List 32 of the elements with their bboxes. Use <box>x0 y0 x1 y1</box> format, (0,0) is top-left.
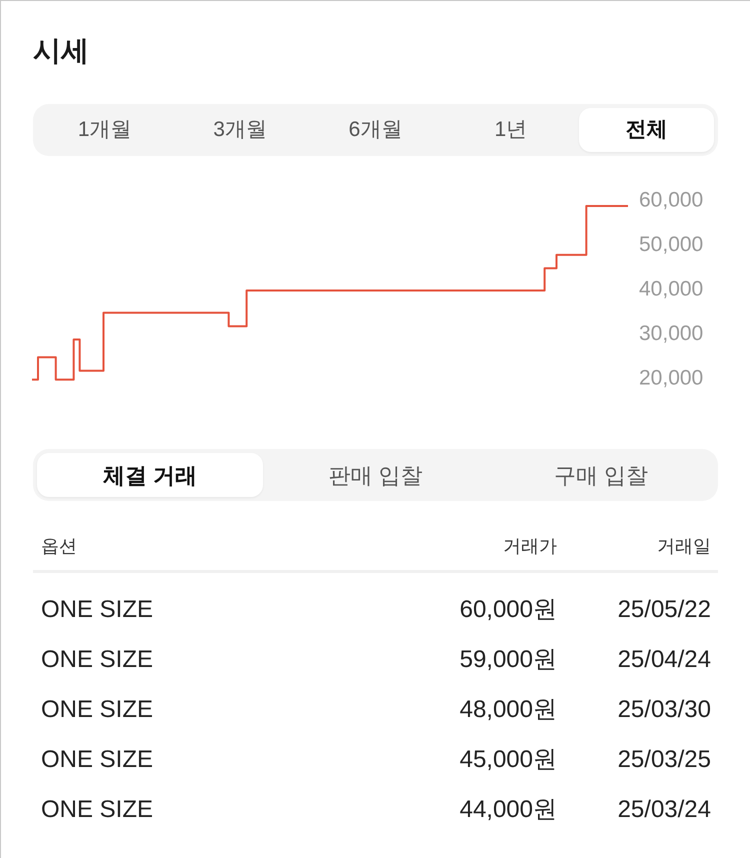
table-cell: ONE SIZE <box>41 595 154 625</box>
column-header: 옵션 <box>41 535 77 558</box>
table-cell: 25/04/24 <box>618 645 711 675</box>
column-header: 거래가 <box>503 535 557 558</box>
table-cell: ONE SIZE <box>41 795 154 825</box>
table-cell: 59,000원 <box>460 645 557 675</box>
table-cell: 45,000원 <box>460 745 557 775</box>
table-cell: 25/03/25 <box>618 745 711 775</box>
section-title: 시세 <box>33 34 89 68</box>
column-header: 거래일 <box>657 535 711 558</box>
period-tab[interactable]: 6개월 <box>308 108 444 152</box>
trade-type-tab[interactable]: 구매 입찰 <box>488 453 714 497</box>
y-axis-label: 30,000 <box>639 322 704 346</box>
table-cell: 25/05/22 <box>618 595 711 625</box>
table-cell: 25/03/24 <box>618 795 711 825</box>
table-cell: 44,000원 <box>460 795 557 825</box>
y-axis-label: 20,000 <box>639 366 704 390</box>
trade-type-tab[interactable]: 체결 거래 <box>37 453 263 497</box>
table-cell: ONE SIZE <box>41 645 154 675</box>
y-axis-label: 50,000 <box>639 233 704 256</box>
table-cell: ONE SIZE <box>41 745 154 775</box>
table-cell: 25/03/30 <box>618 695 711 725</box>
table-cell: ONE SIZE <box>41 695 154 725</box>
y-axis-label: 60,000 <box>639 188 704 212</box>
period-tab[interactable]: 1개월 <box>37 108 172 152</box>
table-cell: 48,000원 <box>460 695 557 725</box>
table-cell: 60,000원 <box>460 595 557 625</box>
trade-type-tab[interactable]: 판매 입찰 <box>262 453 488 497</box>
y-axis-label: 40,000 <box>639 278 704 300</box>
period-tab[interactable]: 1년 <box>443 108 579 152</box>
period-tab[interactable]: 전체 <box>578 108 714 152</box>
period-tab[interactable]: 3개월 <box>172 108 308 152</box>
